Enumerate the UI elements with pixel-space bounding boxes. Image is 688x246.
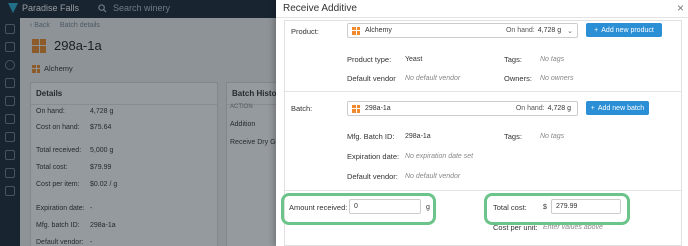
plus-icon: + [594,26,599,34]
divider [285,190,681,191]
product-label: Product: [291,27,319,36]
tags-value: No tags [540,56,565,63]
batch-select-value: 298a-1a [365,105,391,112]
batch-tags-value: No tags [540,133,565,140]
add-new-product-button[interactable]: + Add new product [586,23,662,37]
expiration-date-label: Expiration date: [347,152,400,161]
product-type-label: Product type: [347,55,392,64]
batch-select-icon [352,104,360,113]
on-hand-label: On hand: [505,27,535,34]
batch-label: Batch: [291,104,313,113]
chevron-down-icon: ⌄ [567,27,573,35]
divider [285,91,681,92]
tags-label: Tags: [504,55,522,64]
product-type-value: Yeast [405,56,423,63]
on-hand-label: On hand: [515,105,545,112]
default-vendor-label: Default vendor [347,74,396,83]
batch-select[interactable]: 298a-1a On hand: 4,728 g [347,101,578,116]
on-hand-value: 4,728 g [537,27,562,34]
receive-additive-modal: Receive Additive × Product: Alchemy On h… [276,0,688,246]
batch-tags-label: Tags: [504,132,522,141]
mfg-batch-id-value: 298a-1a [405,133,431,140]
cost-per-unit-value: Enter values above [543,224,603,231]
default-vendor-value: No default vendor [405,75,461,82]
amount-highlight [281,193,436,225]
product-select-icon [352,26,360,35]
close-icon[interactable]: × [677,1,684,15]
add-new-batch-button[interactable]: + Add new batch [586,101,649,115]
modal-header: Receive Additive × [276,0,688,18]
product-select[interactable]: Alchemy On hand: 4,728 g ⌄ [347,23,578,38]
owners-value: No owners [540,75,574,82]
batch-default-vendor-label: Default vendor: [347,172,398,181]
add-new-product-label: Add new product [601,26,654,34]
total-cost-highlight [484,193,630,225]
batch-default-vendor-value: No default vendor [405,173,461,180]
expiration-date-value: No expiration date set [405,153,474,160]
product-select-value: Alchemy [365,27,392,34]
on-hand-value: 4,728 g [547,105,571,112]
add-new-batch-label: Add new batch [597,104,645,112]
owners-label: Owners: [504,74,532,83]
modal-title: Receive Additive [283,3,357,14]
plus-icon: + [590,104,595,112]
mfg-batch-id-label: Mfg. Batch ID: [347,132,395,141]
